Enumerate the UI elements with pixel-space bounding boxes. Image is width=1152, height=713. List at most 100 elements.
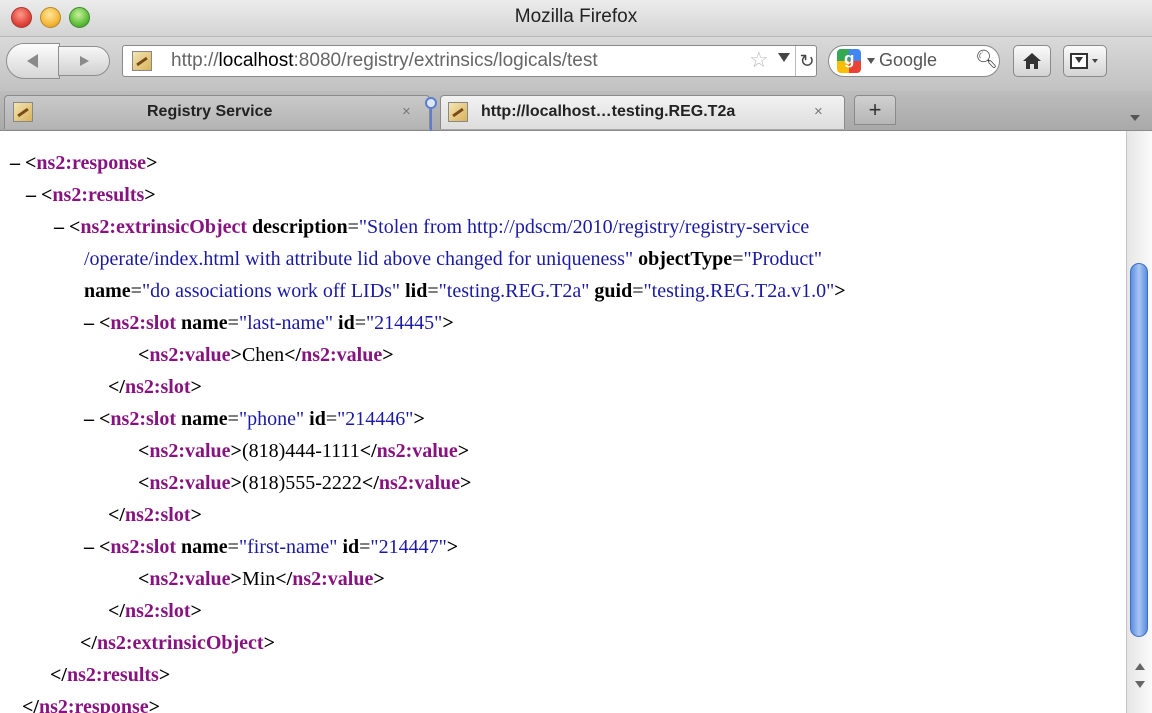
xml-attr-value: "214445" (365, 312, 443, 334)
xml-line-results-close: </ns2:results> (50, 664, 171, 686)
navigation-toolbar: http://localhost:8080/registry/extrinsic… (0, 37, 1152, 91)
xml-line-slot-open: – <ns2:slot name="last-name" id="214445"… (84, 312, 454, 334)
search-icon[interactable]: 🔍︎ (975, 49, 998, 70)
xml-text-value: (818)555-2222 (241, 472, 362, 494)
xml-tag: ns2:results (66, 664, 159, 686)
url-host: localhost (218, 50, 294, 71)
xml-attr-name: objectType (638, 248, 733, 270)
xml-attr-name: name (84, 280, 131, 302)
collapse-toggle[interactable]: – (84, 408, 94, 430)
xml-tag: ns2:value (292, 568, 374, 590)
history-dropdown-icon[interactable] (778, 53, 790, 62)
xml-tag: ns2:value (378, 472, 460, 494)
xml-tag: ns2:extrinsicObject (80, 216, 248, 238)
tab-favicon-icon (448, 102, 468, 122)
window-title-bar: Mozilla Firefox (0, 0, 1152, 37)
scroll-up-arrow-icon[interactable] (1135, 663, 1145, 670)
xml-text-value: Min (241, 568, 276, 590)
xml-line-extrinsic-open: – <ns2:extrinsicObject description="Stol… (54, 216, 810, 238)
xml-tag: ns2:slot (110, 312, 176, 334)
star-icon[interactable]: ☆ (749, 47, 769, 73)
xml-attr-value: "testing.REG.T2a" (438, 280, 590, 302)
xml-line-results-open: – <ns2:results> (26, 184, 156, 206)
search-engine-dropdown-icon[interactable] (867, 58, 875, 64)
xml-attr-value: "last-name" (238, 312, 334, 334)
xml-attr-name: id (309, 408, 326, 430)
collapse-toggle[interactable]: – (10, 152, 20, 174)
tab-label: Registry Service (147, 103, 273, 120)
close-tab-icon[interactable]: × (402, 103, 411, 120)
back-arrow-icon (27, 54, 38, 68)
xml-line-value: <ns2:value>(818)444-1111</ns2:value> (138, 440, 470, 462)
tab-favicon-icon (13, 102, 33, 122)
forward-button[interactable] (58, 46, 110, 76)
xml-tag: ns2:slot (124, 504, 191, 526)
xml-tag: ns2:slot (110, 408, 176, 430)
search-bar[interactable]: Google 🔍︎ (828, 45, 1000, 77)
collapse-toggle[interactable]: – (84, 536, 94, 558)
collapse-toggle[interactable]: – (54, 216, 64, 238)
xml-tag: ns2:value (301, 344, 383, 366)
page-content: – <ns2:response> – <ns2:results> – <ns2:… (0, 131, 1126, 713)
home-icon (1023, 53, 1041, 69)
xml-line-value: <ns2:value>Chen</ns2:value> (138, 344, 394, 366)
url-path: :8080/registry/extrinsics/logicals/test (293, 50, 598, 71)
xml-attr-name: description (252, 216, 348, 238)
scrollbar-thumb[interactable] (1130, 263, 1148, 637)
url-bar[interactable]: http://localhost:8080/registry/extrinsic… (122, 45, 817, 77)
xml-attr-value: "Stolen from http://pdscm/2010/registry/… (358, 216, 810, 238)
xml-tag: ns2:slot (124, 376, 191, 398)
forward-arrow-icon (80, 56, 89, 66)
xml-line-extrinsic-cont-2: name="do associations work off LIDs" lid… (84, 280, 846, 302)
xml-tag: ns2:slot (110, 536, 176, 558)
reload-button[interactable]: ↻ (795, 46, 818, 76)
collapse-toggle[interactable]: – (26, 184, 36, 206)
new-tab-button[interactable]: + (854, 95, 896, 125)
xml-attr-name: name (180, 408, 228, 430)
back-button[interactable] (6, 43, 60, 79)
xml-tag: ns2:response (36, 152, 147, 174)
xml-tag: ns2:value (149, 472, 231, 494)
xml-line-value: <ns2:value>Min</ns2:value> (138, 568, 385, 590)
xml-line-response-open: – <ns2:response> (10, 152, 158, 174)
xml-attr-name: guid (594, 280, 633, 302)
url-text[interactable]: http://localhost:8080/registry/extrinsic… (171, 50, 598, 72)
url-scheme: http:// (171, 50, 219, 71)
xml-attr-value: /operate/index.html with attribute lid a… (84, 248, 634, 270)
xml-attr-name: name (180, 536, 228, 558)
xml-tag: ns2:results (52, 184, 145, 206)
tab-list-dropdown-icon[interactable] (1130, 115, 1140, 121)
home-button[interactable] (1013, 45, 1051, 77)
xml-attr-value: "do associations work off LIDs" (141, 280, 401, 302)
reload-icon: ↻ (799, 50, 815, 71)
collapse-toggle[interactable]: – (84, 312, 94, 334)
bookmarks-icon (1070, 53, 1098, 69)
xml-tag: ns2:extrinsicObject (96, 632, 264, 654)
google-search-engine-icon[interactable] (837, 49, 861, 73)
vertical-scrollbar[interactable] (1126, 131, 1152, 713)
tab-bar: Registry Service × http://localhost…test… (0, 91, 1152, 131)
xml-line-slot-open: – <ns2:slot name="phone" id="214446"> (84, 408, 425, 430)
xml-line-value: <ns2:value>(818)555-2222</ns2:value> (138, 472, 472, 494)
search-placeholder: Google (879, 50, 938, 70)
close-tab-icon[interactable]: × (814, 103, 823, 120)
tab-registry-service[interactable]: Registry Service × (4, 95, 430, 129)
xml-attr-name: name (180, 312, 228, 334)
xml-attr-name: id (338, 312, 355, 334)
xml-tag: ns2:slot (124, 600, 191, 622)
xml-line-extrinsic-cont-1: /operate/index.html with attribute lid a… (84, 248, 823, 270)
window-title: Mozilla Firefox (514, 6, 638, 27)
xml-attr-value: "214446" (337, 408, 414, 430)
tab-label: http://localhost…testing.REG.T2a (481, 103, 736, 120)
xml-attr-name: id (342, 536, 360, 558)
tab-localhost-testing[interactable]: http://localhost…testing.REG.T2a × (440, 95, 845, 129)
bookmarks-button[interactable] (1063, 45, 1107, 77)
xml-text-value: (818)444-1111 (241, 440, 360, 462)
xml-line-extrinsic-close: </ns2:extrinsicObject> (80, 632, 275, 654)
xml-line-slot-close: </ns2:slot> (108, 376, 202, 398)
scroll-down-arrow-icon[interactable] (1135, 681, 1145, 688)
xml-tag: ns2:value (376, 440, 458, 462)
xml-attr-name: lid (405, 280, 428, 302)
xml-attr-value: "first-name" (238, 536, 338, 558)
xml-tree: – <ns2:response> – <ns2:results> – <ns2:… (10, 147, 846, 713)
